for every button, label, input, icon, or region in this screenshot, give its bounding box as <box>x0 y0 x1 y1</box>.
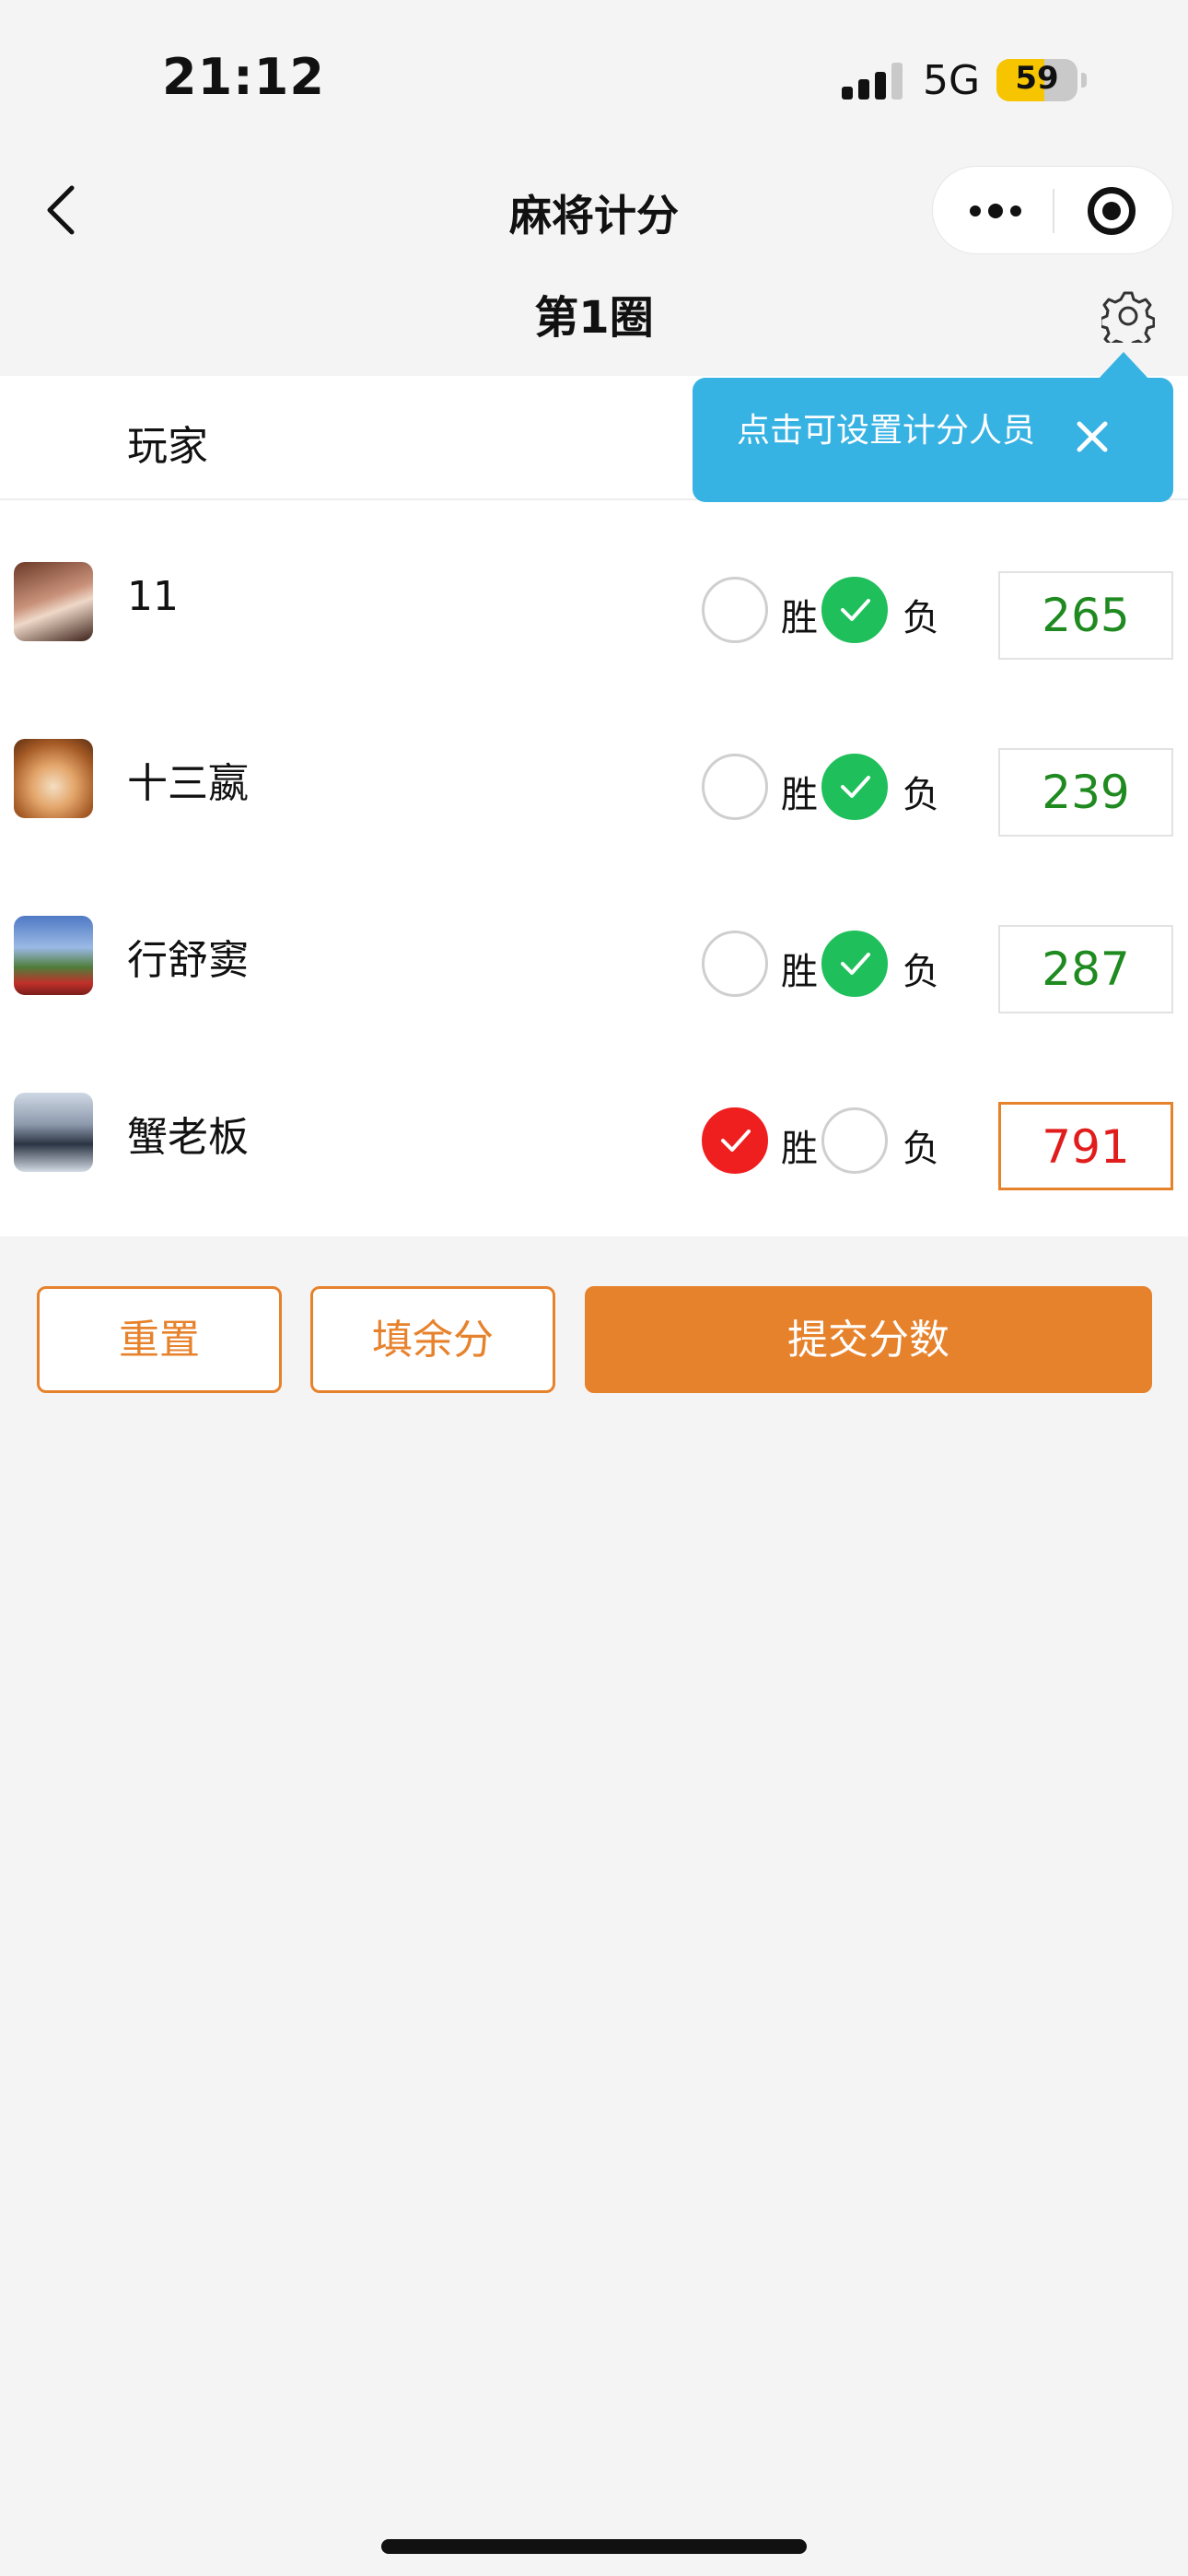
player-name: 行舒窦 <box>127 937 249 984</box>
lose-radio[interactable] <box>821 577 888 643</box>
player-name: 11 <box>127 573 179 620</box>
checkmark-icon <box>841 953 870 975</box>
reset-button[interactable]: 重置 <box>37 1286 282 1393</box>
lose-radio[interactable] <box>821 931 888 997</box>
player-row: 蟹老板 胜 负 791 <box>0 1047 1188 1224</box>
fill-remaining-button[interactable]: 填余分 <box>310 1286 555 1393</box>
player-name: 蟹老板 <box>127 1114 249 1161</box>
win-radio[interactable] <box>702 931 768 997</box>
score-input[interactable]: 265 <box>998 571 1173 660</box>
avatar <box>14 916 93 995</box>
lose-label: 负 <box>903 774 939 816</box>
win-radio[interactable] <box>702 754 768 820</box>
win-radio[interactable] <box>702 1107 768 1174</box>
lose-label: 负 <box>903 951 939 993</box>
settings-tooltip: 点击可设置计分人员 <box>693 352 1173 502</box>
player-score-list: 玩家 11 胜 负 265 十三嬴 胜 负 239 行舒窦 胜 负 287 蟹老… <box>0 376 1188 1236</box>
status-time: 21:12 <box>162 48 325 106</box>
avatar <box>14 1093 93 1172</box>
close-icon[interactable] <box>1065 409 1120 464</box>
home-indicator <box>381 2539 807 2554</box>
score-input[interactable]: 791 <box>998 1102 1173 1190</box>
target-icon[interactable] <box>1088 187 1136 235</box>
player-row: 行舒窦 胜 负 287 <box>0 870 1188 1047</box>
avatar <box>14 562 93 641</box>
player-row: 十三嬴 胜 负 239 <box>0 693 1188 870</box>
lose-radio[interactable] <box>821 754 888 820</box>
lose-radio[interactable] <box>821 1107 888 1174</box>
lose-label: 负 <box>903 597 939 639</box>
checkmark-icon <box>721 1130 751 1152</box>
header-player-label: 玩家 <box>127 423 208 470</box>
win-radio[interactable] <box>702 577 768 643</box>
battery-icon: 59 <box>996 59 1077 101</box>
mini-program-capsule <box>932 166 1173 254</box>
win-label: 胜 <box>781 951 818 993</box>
gear-icon[interactable] <box>1101 289 1155 343</box>
submit-scores-button[interactable]: 提交分数 <box>585 1286 1152 1393</box>
score-input[interactable]: 239 <box>998 748 1173 837</box>
win-label: 胜 <box>781 774 818 816</box>
lose-label: 负 <box>903 1128 939 1170</box>
battery-level: 59 <box>1015 60 1059 97</box>
capsule-divider <box>1053 189 1054 233</box>
cellular-signal-icon <box>842 63 903 100</box>
checkmark-icon <box>841 776 870 798</box>
round-title: 第1圈 <box>534 292 654 344</box>
score-input[interactable]: 287 <box>998 925 1173 1013</box>
player-name: 十三嬴 <box>127 760 249 807</box>
battery-cap <box>1081 73 1087 88</box>
more-dots-icon[interactable] <box>959 167 1032 255</box>
win-label: 胜 <box>781 597 818 639</box>
player-row: 11 胜 负 265 <box>0 516 1188 693</box>
network-type: 5G <box>923 57 981 104</box>
win-label: 胜 <box>781 1128 818 1170</box>
checkmark-icon <box>841 599 870 621</box>
mahjong-scoring-page: 21:12 5G 59 麻将计分 第1圈 玩家 11 胜 负 265 十三嬴 胜… <box>0 0 1188 2576</box>
avatar <box>14 739 93 818</box>
tooltip-text: 点击可设置计分人员 <box>737 412 1036 450</box>
